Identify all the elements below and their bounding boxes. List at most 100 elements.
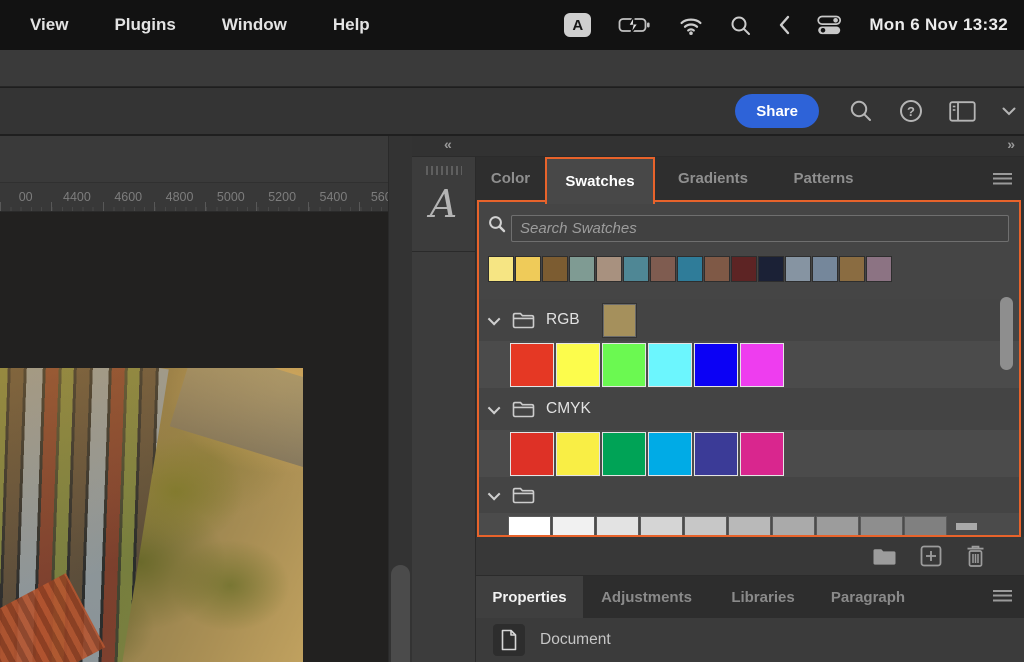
- swatch[interactable]: [677, 256, 703, 282]
- input-source-icon[interactable]: A: [564, 13, 591, 37]
- tab-patterns[interactable]: Patterns: [771, 157, 876, 200]
- swatch[interactable]: [556, 432, 600, 476]
- swatch[interactable]: [508, 516, 551, 537]
- panel-layout-icon[interactable]: [949, 101, 976, 122]
- ruler-tick-label: 00: [0, 183, 51, 211]
- document-label: Document: [540, 631, 611, 649]
- menubar-clock[interactable]: Mon 6 Nov 13:32: [869, 15, 1008, 35]
- share-button[interactable]: Share: [735, 94, 819, 128]
- swatch[interactable]: [758, 256, 784, 282]
- swatch[interactable]: [488, 256, 514, 282]
- chevron-down-icon[interactable]: [1002, 107, 1016, 116]
- swatch[interactable]: [602, 343, 646, 387]
- search-swatches-input[interactable]: [511, 215, 1009, 242]
- swatch[interactable]: [650, 256, 676, 282]
- chevron-down-caret-icon[interactable]: [488, 401, 501, 414]
- swatch[interactable]: [623, 256, 649, 282]
- swatch-groups: RGB: [479, 299, 1019, 537]
- group-name: CMYK: [546, 400, 591, 418]
- swatch[interactable]: [812, 256, 838, 282]
- tab-adjustments[interactable]: Adjustments: [583, 576, 710, 618]
- folder-icon: [512, 311, 535, 329]
- swatch[interactable]: [904, 516, 947, 537]
- swatch[interactable]: [640, 516, 683, 537]
- canvas-scrollbar-track[interactable]: [388, 136, 412, 662]
- swatch[interactable]: [772, 516, 815, 537]
- horizontal-scrollbar-thumb[interactable]: [956, 523, 977, 530]
- control-center-icon[interactable]: [817, 15, 842, 36]
- tab-gradients[interactable]: Gradients: [655, 157, 771, 200]
- group-header-cmyk[interactable]: CMYK: [479, 388, 1019, 430]
- menu-item[interactable]: View: [30, 15, 68, 35]
- group-row-grays: [479, 513, 1019, 537]
- canvas-area[interactable]: 00 4400 4600 4800 5000 5200 5400 5600: [0, 136, 388, 662]
- panel-menu-icon[interactable]: [993, 590, 1012, 604]
- character-panel-button[interactable]: A: [412, 157, 475, 252]
- swatch[interactable]: [731, 256, 757, 282]
- swatch[interactable]: [596, 256, 622, 282]
- help-icon[interactable]: ?: [899, 99, 923, 123]
- swatch[interactable]: [785, 256, 811, 282]
- swatch[interactable]: [860, 516, 903, 537]
- chevron-down-caret-icon[interactable]: [488, 487, 501, 500]
- swatches-scrollbar-thumb[interactable]: [1000, 297, 1013, 370]
- ruler-tick-label: 5600: [359, 183, 388, 211]
- tab-paragraph[interactable]: Paragraph: [816, 576, 920, 618]
- tab-libraries[interactable]: Libraries: [710, 576, 816, 618]
- canvas-photo[interactable]: [0, 368, 303, 662]
- delete-trash-icon[interactable]: [965, 545, 986, 568]
- swatch[interactable]: [552, 516, 595, 537]
- wifi-icon[interactable]: [679, 16, 703, 35]
- swatch[interactable]: [515, 256, 541, 282]
- swatch[interactable]: [728, 516, 771, 537]
- search-icon[interactable]: [730, 15, 751, 36]
- new-swatch-plus-icon[interactable]: [920, 545, 942, 567]
- swatch[interactable]: [704, 256, 730, 282]
- app-titlebar-band: [0, 50, 1024, 87]
- panel-dock: « » A Color Gradients Patterns Swatches: [412, 136, 1024, 662]
- bottom-panel-tabbar: Properties Adjustments Libraries Paragra…: [476, 576, 1024, 618]
- menu-item[interactable]: Help: [333, 15, 370, 35]
- swatch[interactable]: [542, 256, 568, 282]
- dragged-swatch-preview[interactable]: [603, 304, 636, 337]
- swatch[interactable]: [596, 516, 639, 537]
- ruler-tick-label: 5200: [256, 183, 307, 211]
- swatch[interactable]: [602, 432, 646, 476]
- battery-charging-icon[interactable]: [618, 15, 652, 35]
- canvas-scrollbar-thumb[interactable]: [391, 565, 410, 662]
- swatch[interactable]: [569, 256, 595, 282]
- swatch[interactable]: [648, 432, 692, 476]
- swatch[interactable]: [694, 432, 738, 476]
- panel-menu-icon[interactable]: [993, 173, 1012, 187]
- swatch[interactable]: [510, 343, 554, 387]
- group-header-rgb[interactable]: RGB: [479, 299, 1019, 341]
- swatch[interactable]: [839, 256, 865, 282]
- swatch[interactable]: [648, 343, 692, 387]
- chevron-down-caret-icon[interactable]: [488, 312, 501, 325]
- collapse-panels-icon[interactable]: «: [444, 136, 451, 152]
- expand-panels-icon[interactable]: »: [1007, 136, 1014, 152]
- new-group-folder-icon[interactable]: [872, 547, 897, 566]
- properties-document-row: Document: [476, 618, 1024, 662]
- chevron-left-icon[interactable]: [778, 15, 790, 35]
- swatch[interactable]: [694, 343, 738, 387]
- swatch[interactable]: [684, 516, 727, 537]
- menu-item[interactable]: Window: [222, 15, 287, 35]
- collapsed-panel-strip: A: [412, 157, 476, 662]
- recent-swatches-row: [488, 256, 1010, 284]
- swatch[interactable]: [510, 432, 554, 476]
- menu-item[interactable]: Plugins: [114, 15, 175, 35]
- swatch[interactable]: [816, 516, 859, 537]
- grip-icon: [426, 166, 462, 175]
- search-icon[interactable]: [849, 99, 873, 123]
- swatch[interactable]: [740, 432, 784, 476]
- swatch[interactable]: [866, 256, 892, 282]
- tab-properties[interactable]: Properties: [476, 576, 583, 618]
- group-header-grays[interactable]: [479, 477, 1019, 513]
- ruler-tick-label: 4600: [103, 183, 154, 211]
- tab-color[interactable]: Color: [476, 157, 545, 200]
- swatch[interactable]: [556, 343, 600, 387]
- swatch[interactable]: [740, 343, 784, 387]
- ruler-tick-label: 5400: [308, 183, 359, 211]
- tab-swatches[interactable]: Swatches: [545, 157, 655, 204]
